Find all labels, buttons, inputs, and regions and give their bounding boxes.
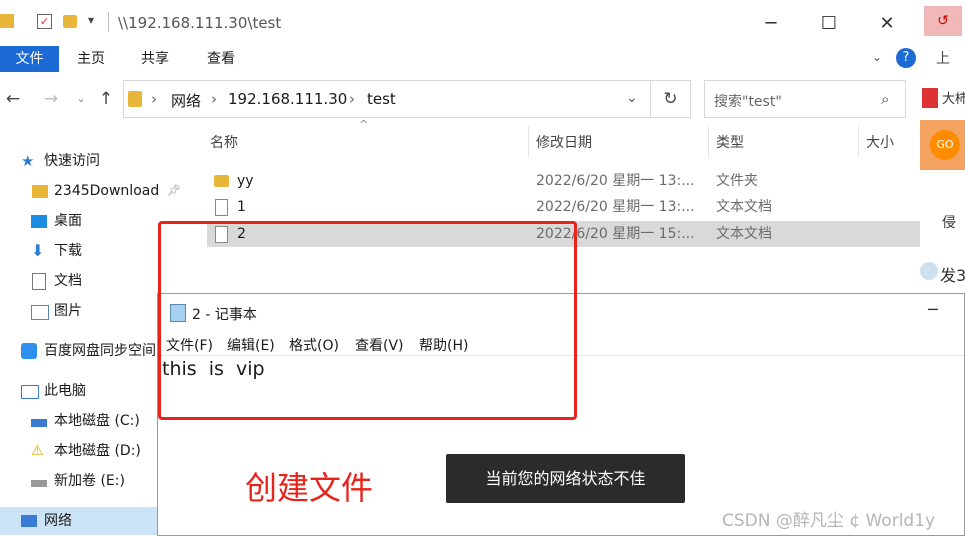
forward-arrow-icon[interactable]: → (41, 89, 61, 109)
maximize-button[interactable]: ☐ (806, 8, 852, 40)
column-header-size[interactable]: 大小 (866, 128, 894, 158)
network-status-toast: 当前您的网络状态不佳 (446, 454, 685, 503)
window-title: \\192.168.111.30\test (118, 14, 282, 32)
column-header-type[interactable]: 类型 (716, 128, 744, 158)
breadcrumb-separator-icon[interactable]: › (151, 90, 157, 108)
help-icon[interactable]: ? (896, 48, 916, 68)
folder-icon (214, 168, 229, 196)
network-icon (21, 515, 37, 527)
app-icon[interactable]: ↺ (924, 6, 962, 36)
column-divider[interactable] (858, 126, 859, 158)
drive-d-icon: ⚠ (31, 443, 44, 459)
breadcrumb-network[interactable]: 网络 (171, 90, 201, 111)
close-button[interactable]: ✕ (864, 8, 910, 40)
title-bar: ✓ ▾ \\192.168.111.30\test ─ ☐ ✕ (0, 0, 920, 46)
sidebar-item-label: 此电脑 (44, 383, 86, 399)
annotation-caption: 创建文件 (245, 469, 374, 507)
column-header-date[interactable]: 修改日期 (536, 128, 592, 158)
computer-icon (21, 385, 39, 399)
go-badge[interactable]: GO (930, 130, 960, 160)
folder-icon (32, 185, 48, 198)
back-arrow-icon[interactable]: ← (3, 89, 23, 109)
sidebar-item-label: 下载 (54, 243, 82, 259)
sidebar-item-quick-access[interactable]: ★ 快速访问 (0, 147, 187, 175)
strip-label: 侵 (942, 215, 956, 231)
pin-icon[interactable]: 📌︎ (167, 177, 181, 205)
search-icon[interactable]: ⌕ (881, 90, 889, 108)
strip-label: 大柿 (942, 92, 965, 107)
folder-icon (0, 14, 14, 28)
recent-locations-icon[interactable]: ⌄ (71, 89, 91, 109)
sidebar-item-2345download[interactable]: 2345Download 📌︎ (0, 177, 187, 205)
breadcrumb-separator-icon[interactable]: › (349, 90, 355, 108)
column-divider[interactable] (528, 126, 529, 158)
file-name: yy (237, 173, 254, 189)
watermark: CSDN @醉凡尘 ¢ World1y (722, 511, 936, 531)
sidebar-item-label: 桌面 (54, 213, 82, 229)
file-row[interactable]: yy 2022/6/20 星期一 13:... 文件夹 (207, 168, 920, 194)
strip-row: 大柿 (920, 88, 965, 110)
refresh-icon[interactable]: ↻ (651, 80, 691, 118)
divider (108, 12, 109, 32)
badge-icon (922, 88, 938, 108)
file-name: 1 (237, 199, 246, 215)
strip-label: 上 (936, 51, 950, 67)
sidebar-item-label: 本地磁盘 (D:) (54, 443, 141, 459)
breadcrumb-separator-icon[interactable]: › (211, 90, 217, 108)
address-bar[interactable]: › 网络 › 192.168.111.30 › test ⌄ (123, 80, 651, 118)
tab-file[interactable]: 文件 (0, 46, 59, 72)
search-placeholder: 搜索"test" (714, 94, 782, 110)
tab-view[interactable]: 查看 (190, 46, 252, 72)
picture-icon (31, 305, 49, 320)
tab-home[interactable]: 主页 (62, 46, 120, 72)
properties-icon[interactable]: ✓ (37, 14, 52, 29)
sidebar-item-label: 快速访问 (44, 153, 100, 169)
strip-label: 发3 (940, 266, 965, 285)
sidebar-item-label: 文档 (54, 273, 82, 289)
desktop-icon (31, 215, 47, 228)
minimize-button[interactable]: ─ (748, 8, 794, 40)
drive-e-icon (31, 480, 47, 487)
annotation-highlight-box (158, 221, 577, 420)
new-folder-icon[interactable] (63, 15, 77, 28)
sidebar-item-label: 网络 (44, 513, 72, 529)
file-date: 2022/6/20 星期一 13:... (536, 199, 695, 215)
breadcrumb-test[interactable]: test (367, 90, 396, 108)
sidebar-item-label: 图片 (54, 303, 82, 319)
minimize-button[interactable]: ─ (928, 300, 938, 319)
file-type: 文本文档 (716, 226, 772, 242)
sidebar-item-label: 2345Download (54, 183, 160, 199)
file-type: 文件夹 (716, 173, 758, 189)
sidebar-item-label: 新加卷 (E:) (54, 473, 125, 489)
quick-access-dropdown-icon[interactable]: ▾ (88, 13, 94, 27)
column-header-name[interactable]: 名称 (210, 128, 238, 158)
download-icon: ⬇ (31, 241, 45, 260)
tab-share[interactable]: 共享 (124, 46, 186, 72)
network-folder-icon (128, 91, 142, 107)
file-row[interactable]: 1 2022/6/20 星期一 13:... 文本文档 (207, 194, 920, 220)
sidebar-item-label: 本地磁盘 (C:) (54, 413, 140, 429)
column-divider[interactable] (708, 126, 709, 158)
ribbon-expand-icon[interactable]: ⌄ (872, 50, 882, 64)
avatar (920, 262, 938, 280)
search-input[interactable]: 搜索"test" ⌕ (704, 80, 906, 118)
drive-c-icon (31, 419, 47, 427)
cloud-icon (21, 343, 37, 359)
sidebar-item-label: 百度网盘同步空间 (44, 343, 156, 359)
document-icon (32, 273, 46, 290)
file-date: 2022/6/20 星期一 13:... (536, 173, 695, 189)
address-row: ← → ⌄ ↑ › 网络 › 192.168.111.30 › test ⌄ ↻… (0, 80, 920, 120)
sort-ascending-icon: ^ (359, 118, 369, 131)
breadcrumb-host[interactable]: 192.168.111.30 (228, 90, 347, 108)
promo-banner[interactable]: GO (920, 120, 965, 170)
ribbon-tabs: 文件 主页 共享 查看 ⌄ ? (0, 46, 920, 72)
star-icon: ★ (21, 152, 35, 170)
up-arrow-icon[interactable]: ↑ (96, 89, 116, 109)
address-dropdown-icon[interactable]: ⌄ (626, 90, 638, 106)
file-type: 文本文档 (716, 199, 772, 215)
